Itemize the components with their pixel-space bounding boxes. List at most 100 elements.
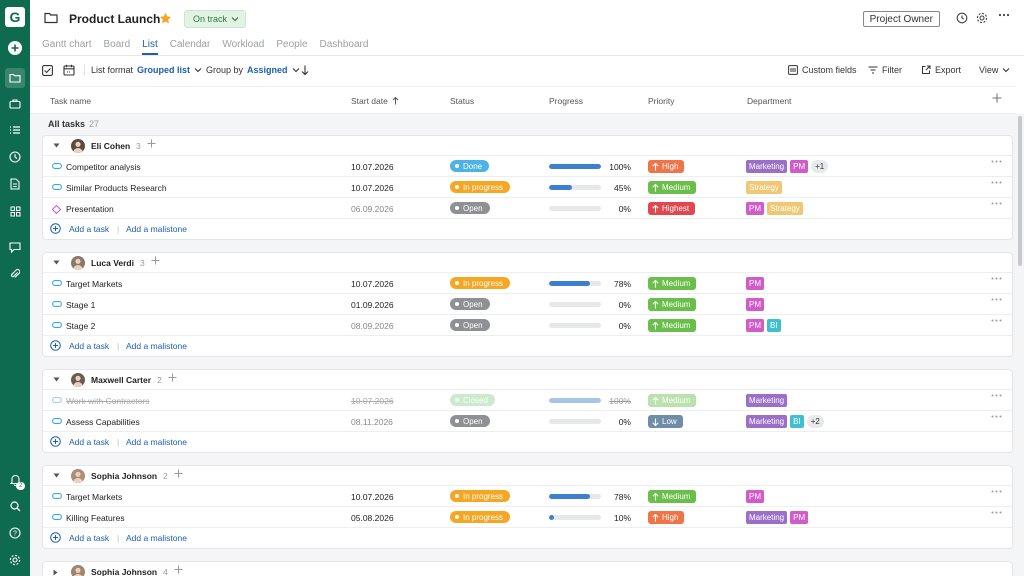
task-name[interactable]: Stage 2 xyxy=(66,321,95,331)
task-row[interactable]: Target Markets 10.07.2026 In progress 78% Me… xyxy=(43,486,1012,507)
group-header[interactable]: Luca Verdi 3 xyxy=(43,253,1012,273)
search-icon[interactable] xyxy=(5,496,25,516)
row-menu-icon[interactable] xyxy=(991,202,1002,205)
export-button[interactable]: Export xyxy=(921,65,961,75)
department-tag[interactable]: Strategy xyxy=(746,181,782,194)
add-task-link[interactable]: Add a task xyxy=(69,341,109,351)
more-departments-badge[interactable]: +1 xyxy=(811,160,829,173)
caret-down-icon[interactable] xyxy=(53,143,60,148)
task-name[interactable]: Similar Products Research xyxy=(66,183,167,193)
department-tags[interactable]: PM BI xyxy=(746,319,781,332)
add-circle-icon[interactable] xyxy=(50,223,61,234)
row-menu-icon[interactable] xyxy=(991,160,1002,163)
scrollbar-thumb[interactable] xyxy=(1018,116,1022,266)
department-tags[interactable]: Marketing BI +2 xyxy=(746,415,824,428)
tab-calendar[interactable]: Calendar xyxy=(170,38,211,55)
department-tag[interactable]: PM xyxy=(746,319,764,332)
caret-down-icon[interactable] xyxy=(53,260,60,265)
tab-dashboard[interactable]: Dashboard xyxy=(320,38,369,55)
task-row[interactable]: Similar Products Research 10.07.2026 In pr… xyxy=(43,177,1012,198)
status-badge[interactable]: Open xyxy=(450,415,490,427)
department-tag[interactable]: PM xyxy=(790,160,809,173)
priority-badge[interactable]: High xyxy=(648,160,685,173)
status-badge[interactable]: In progress xyxy=(450,490,511,502)
department-tag[interactable]: PM xyxy=(790,511,809,524)
task-start-date[interactable]: 08.09.2026 xyxy=(351,321,394,331)
department-tags[interactable]: Marketing PM xyxy=(746,511,809,524)
status-badge[interactable]: Open xyxy=(450,319,490,331)
task-name[interactable]: Assess Capabilities xyxy=(66,417,140,427)
add-circle-icon[interactable] xyxy=(50,532,61,543)
priority-badge[interactable]: Medium xyxy=(648,298,697,311)
priority-badge[interactable]: Medium xyxy=(648,490,697,503)
task-start-date[interactable]: 10.07.2026 xyxy=(351,492,394,502)
row-menu-icon[interactable] xyxy=(991,181,1002,184)
settings-icon[interactable] xyxy=(976,12,988,24)
priority-badge[interactable]: Medium xyxy=(648,319,697,332)
add-milestone-link[interactable]: Add a malistone xyxy=(126,533,187,543)
caret-down-icon[interactable] xyxy=(53,473,60,478)
group-header[interactable]: Sophia Johnson 4 xyxy=(43,562,1012,576)
task-start-date[interactable]: 05.08.2026 xyxy=(351,513,394,523)
add-task-link[interactable]: Add a task xyxy=(69,533,109,543)
add-task-link[interactable]: Add a task xyxy=(69,437,109,447)
row-menu-icon[interactable] xyxy=(991,298,1002,301)
group-header[interactable]: Sophia Johnson 2 xyxy=(43,466,1012,486)
task-name[interactable]: Target Markets xyxy=(66,279,122,289)
department-tags[interactable]: PM xyxy=(746,298,764,311)
tab-workload[interactable]: Workload xyxy=(222,38,264,55)
column-task-name[interactable]: Task name xyxy=(50,96,91,106)
task-row[interactable]: Stage 1 01.09.2026 Open 0% Medium PM xyxy=(43,294,1012,315)
row-menu-icon[interactable] xyxy=(991,511,1002,514)
folder-icon[interactable] xyxy=(5,68,25,88)
department-tags[interactable]: Marketing xyxy=(746,394,788,407)
tab-gantt-chart[interactable]: Gantt chart xyxy=(42,38,91,55)
priority-badge[interactable]: Medium xyxy=(648,394,697,407)
department-tags[interactable]: PM xyxy=(746,490,764,503)
task-start-date[interactable]: 06.09.2026 xyxy=(351,204,394,214)
add-column-icon[interactable] xyxy=(992,93,1002,103)
row-menu-icon[interactable] xyxy=(991,319,1002,322)
row-menu-icon[interactable] xyxy=(991,490,1002,493)
department-tag[interactable]: Strategy xyxy=(767,202,803,215)
department-tags[interactable]: PM Strategy xyxy=(746,202,803,215)
add-task-link[interactable]: Add a task xyxy=(69,224,109,234)
caret-right-icon[interactable] xyxy=(53,569,58,576)
status-badge[interactable]: In progress xyxy=(450,277,511,289)
task-row[interactable]: Stage 2 08.09.2026 Open 0% Medium PM BI xyxy=(43,315,1012,336)
gear-icon[interactable] xyxy=(5,550,25,570)
department-tags[interactable]: PM xyxy=(746,277,764,290)
task-start-date[interactable]: 10.07.2026 xyxy=(351,279,394,289)
priority-badge[interactable]: Medium xyxy=(648,277,697,290)
status-badge[interactable]: In progress xyxy=(450,511,511,523)
add-task-plus-icon[interactable] xyxy=(174,469,183,478)
add-task-plus-icon[interactable] xyxy=(168,373,177,382)
calendar-toggle-icon[interactable] xyxy=(63,64,75,76)
task-row[interactable]: Work with Contractors 10.07.2026 Closed 100… xyxy=(43,390,1012,411)
task-start-date[interactable]: 08.11.2026 xyxy=(351,417,393,427)
status-badge[interactable]: Closed xyxy=(450,394,495,406)
department-tag[interactable]: PM xyxy=(746,298,764,311)
role-badge[interactable]: Project Owner xyxy=(862,11,940,27)
department-tag[interactable]: Marketing xyxy=(746,160,788,173)
task-row[interactable]: Competitor analysis 10.07.2026 Done 100% Hig… xyxy=(43,156,1012,177)
filter-button[interactable]: Filter xyxy=(868,65,902,75)
task-row[interactable]: Presentation 06.09.2026 Open 0% Highest PM Str… xyxy=(43,198,1012,219)
department-tag[interactable]: PM xyxy=(746,490,764,503)
history-icon[interactable] xyxy=(956,12,968,24)
status-badge[interactable]: Open xyxy=(450,298,490,310)
sort-direction-icon[interactable] xyxy=(301,65,309,76)
briefcase-icon[interactable] xyxy=(5,94,25,114)
task-row[interactable]: Target Markets 10.07.2026 In progress 78% Me… xyxy=(43,273,1012,294)
task-start-date[interactable]: 10.07.2026 xyxy=(351,183,394,193)
grid-icon[interactable] xyxy=(5,201,25,221)
task-start-date[interactable]: 01.09.2026 xyxy=(351,300,394,310)
add-circle-icon[interactable] xyxy=(50,436,61,447)
star-icon[interactable] xyxy=(159,12,172,25)
column-status[interactable]: Status xyxy=(450,96,474,106)
add-task-plus-icon[interactable] xyxy=(147,139,156,148)
project-status-dropdown[interactable]: On track xyxy=(184,10,247,28)
add-milestone-link[interactable]: Add a malistone xyxy=(126,341,187,351)
scrollbar[interactable] xyxy=(1016,114,1024,576)
task-start-date[interactable]: 10.07.2026 xyxy=(351,396,394,406)
